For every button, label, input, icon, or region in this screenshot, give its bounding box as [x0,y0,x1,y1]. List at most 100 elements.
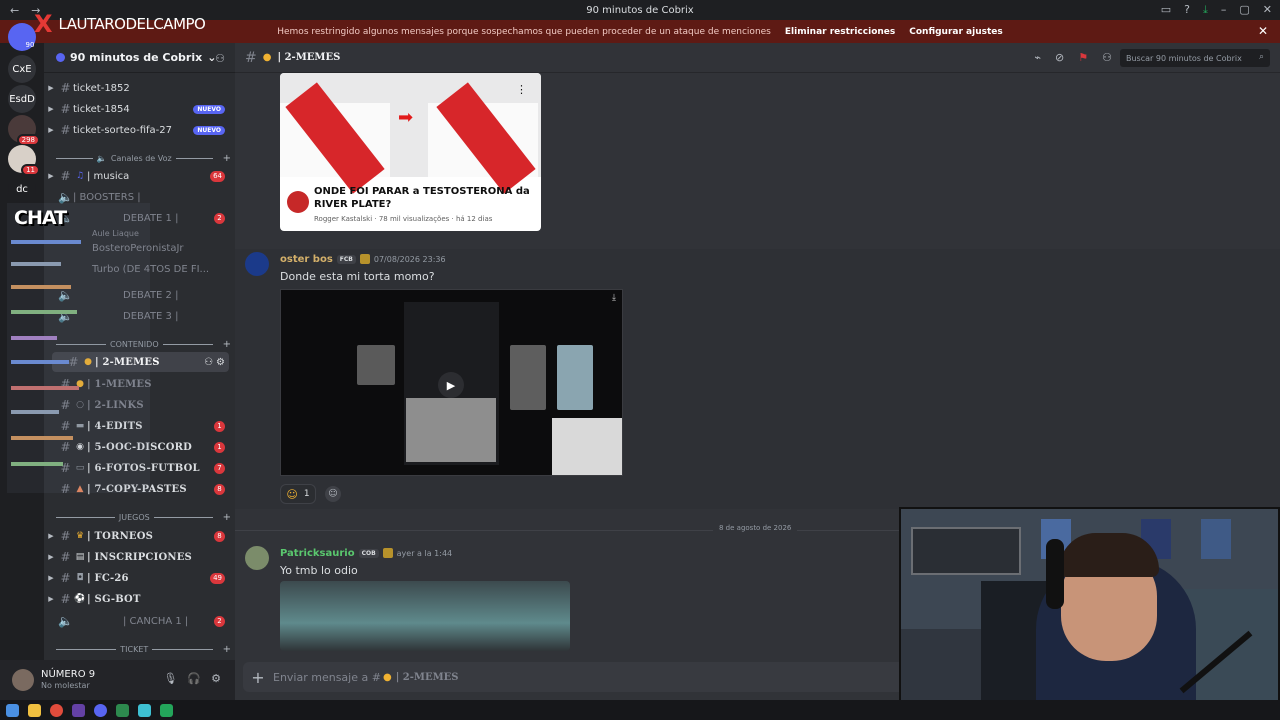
pin-icon[interactable]: ⚑ [1078,51,1088,64]
reaction-laugh[interactable]: ☺ 1 [280,484,316,504]
video-thumbnail[interactable]: ➡ [280,73,541,194]
youtube-embed[interactable]: ➡ ONDE FOI PARAR a TESTOSTERONA da RIVER… [280,73,541,231]
expand-arrow-icon: ▶ [48,574,54,582]
back-arrow-icon[interactable]: ← [10,4,19,17]
gear-icon[interactable]: ⚙ [216,357,225,368]
stream-chat-title: CHAT [14,207,67,229]
notifications-muted-icon[interactable]: ⊘ [1055,51,1064,64]
server-cxe[interactable]: CxE [8,55,36,83]
soccer-ball-icon: ⚽ [74,594,86,604]
add-channel-icon[interactable]: + [223,512,231,523]
play-icon[interactable]: ▶ [438,372,464,398]
shield-badge-icon [359,254,370,264]
expand-arrow-icon: ▶ [48,595,54,603]
server-avatar-2[interactable]: 11 [8,145,40,176]
speaker-icon: 🔈 [58,190,73,204]
channel-ticket-1854[interactable]: ▶ # ticket-1854 NUEVO [44,99,235,119]
header-toolbar: ⌁ ⊘ ⚑ ⚇ [1034,51,1112,64]
hash-icon: # [60,102,71,116]
message-author[interactable]: oster bos FCB 07/08/2026 23:36 [280,254,446,265]
taskbar [0,700,1280,720]
expand-arrow-icon: ▶ [48,172,54,180]
thumbnail-jersey [280,82,390,194]
voice-cancha-1[interactable]: 🔈 | CANCHA 1 | 2 [44,611,235,631]
chat-line [11,360,69,364]
search-input[interactable]: Buscar 90 minutos de Cobrix ⌕ [1120,49,1270,67]
new-badge: NUEVO [193,104,225,114]
server-esdd[interactable]: EsdD [8,85,36,113]
more-options-icon[interactable]: ⋮ [516,83,527,96]
add-channel-icon[interactable]: + [223,339,231,350]
avatar[interactable] [245,546,269,570]
add-channel-icon[interactable]: + [223,153,231,164]
channel-sg-bot[interactable]: ▶ # ⚽ | SG-BOT [44,589,235,609]
message-author[interactable]: Patricksaurio COB ayer a la 1:44 [280,548,452,559]
member-list-icon[interactable]: ⚇ [1102,51,1112,64]
category-ticket[interactable]: TICKET + [56,642,231,656]
maximize-icon[interactable]: ▢ [1239,3,1249,17]
add-reaction-icon[interactable]: ☺ [325,486,341,502]
invite-icon[interactable]: ⚇ [204,357,213,368]
configure-settings-link[interactable]: Configurar ajustes [909,27,1003,37]
add-channel-icon[interactable]: + [223,644,231,655]
server-dc[interactable]: dc [8,175,36,203]
gear-icon[interactable]: ⚙ [211,672,221,685]
new-badge: NUEVO [193,125,225,135]
minimize-icon[interactable]: – [1221,3,1227,17]
guild-header[interactable]: 90 minutos de Cobrix ⌄ ⚇ [44,43,235,73]
twitch-icon[interactable] [72,703,85,717]
help-icon[interactable]: ? [1184,3,1190,17]
video-card [510,345,546,410]
chat-line [11,410,59,414]
add-attachment-icon[interactable]: + [243,668,273,687]
chat-line [11,436,73,440]
server-icon[interactable]: 90 [8,23,36,51]
headset-icon[interactable]: 🎧 [187,672,201,685]
video-attachment[interactable]: ▶ ⤓ [280,289,623,476]
app-icon[interactable] [116,703,129,717]
timestamp: ayer a la 1:44 [396,549,453,558]
channel-ticket-1852[interactable]: ▶ # ticket-1852 [44,78,235,98]
channel-torneos[interactable]: ▶ # ♛ | TORNEOS 8 [44,526,235,546]
windows-start-icon[interactable] [6,703,19,717]
streamer-name: LAUTARODELCAMPO [58,15,206,33]
hash-icon: # [60,592,71,606]
channel-fc-26[interactable]: ▶ # ◘ | FC-26 49 [44,568,235,588]
avatar[interactable] [12,669,34,691]
avatar[interactable] [245,252,269,276]
image-attachment[interactable] [280,581,570,651]
mention-count: 2 [214,212,225,224]
category-voice[interactable]: 🔈 Canales de Voz + [56,151,231,165]
category-games[interactable]: JUEGOS + [56,510,231,524]
remove-restrictions-link[interactable]: Eliminar restricciones [785,27,895,37]
channel-ticket-sorteo[interactable]: ▶ # ticket-sorteo-fifa-27 NUEVO [44,120,235,140]
close-window-icon[interactable]: ✕ [1263,3,1272,17]
discord-icon[interactable] [94,703,107,717]
download-icon[interactable]: ⤓ [612,293,616,303]
chat-line [11,240,81,244]
app-icon[interactable] [160,703,173,717]
file-explorer-icon[interactable] [28,703,41,717]
channel-musica[interactable]: ▶ # ♫ | musica 64 [44,166,235,186]
threads-icon[interactable]: ⌁ [1034,51,1041,64]
microphone-icon[interactable]: 🎙 [163,672,177,685]
video-text-block [406,398,496,462]
server-avatar-1[interactable]: 298 [8,115,40,146]
embed-title[interactable]: ONDE FOI PARAR a TESTOSTERONA da RIVER P… [314,185,533,211]
expand-arrow-icon: ▶ [48,553,54,561]
search-icon: ⌕ [1258,52,1264,62]
app-icon[interactable] [138,703,151,717]
chrome-icon[interactable] [50,703,63,717]
inbox-icon[interactable]: ▭ [1161,3,1171,17]
mention-count: 8 [214,483,225,495]
stream-overlay-logo: X LAUTARODELCAMPO [34,10,206,38]
webcam-shirt [1201,519,1231,559]
mention-count: 1 [214,441,225,453]
invite-people-icon[interactable]: ⚇ [215,52,225,65]
discord-window: ← → 90 minutos de Cobrix ▭ ? ⤓ – ▢ ✕ X L… [0,0,1280,720]
close-icon[interactable]: ✕ [1258,24,1268,38]
arrow-right-icon: ➡ [398,107,414,128]
download-icon[interactable]: ⤓ [1203,3,1208,17]
channel-inscripciones[interactable]: ▶ # ▤ | INSCRIPCIONES [44,547,235,567]
notice-message: Hemos restringido algunos mensajes porqu… [277,26,771,37]
